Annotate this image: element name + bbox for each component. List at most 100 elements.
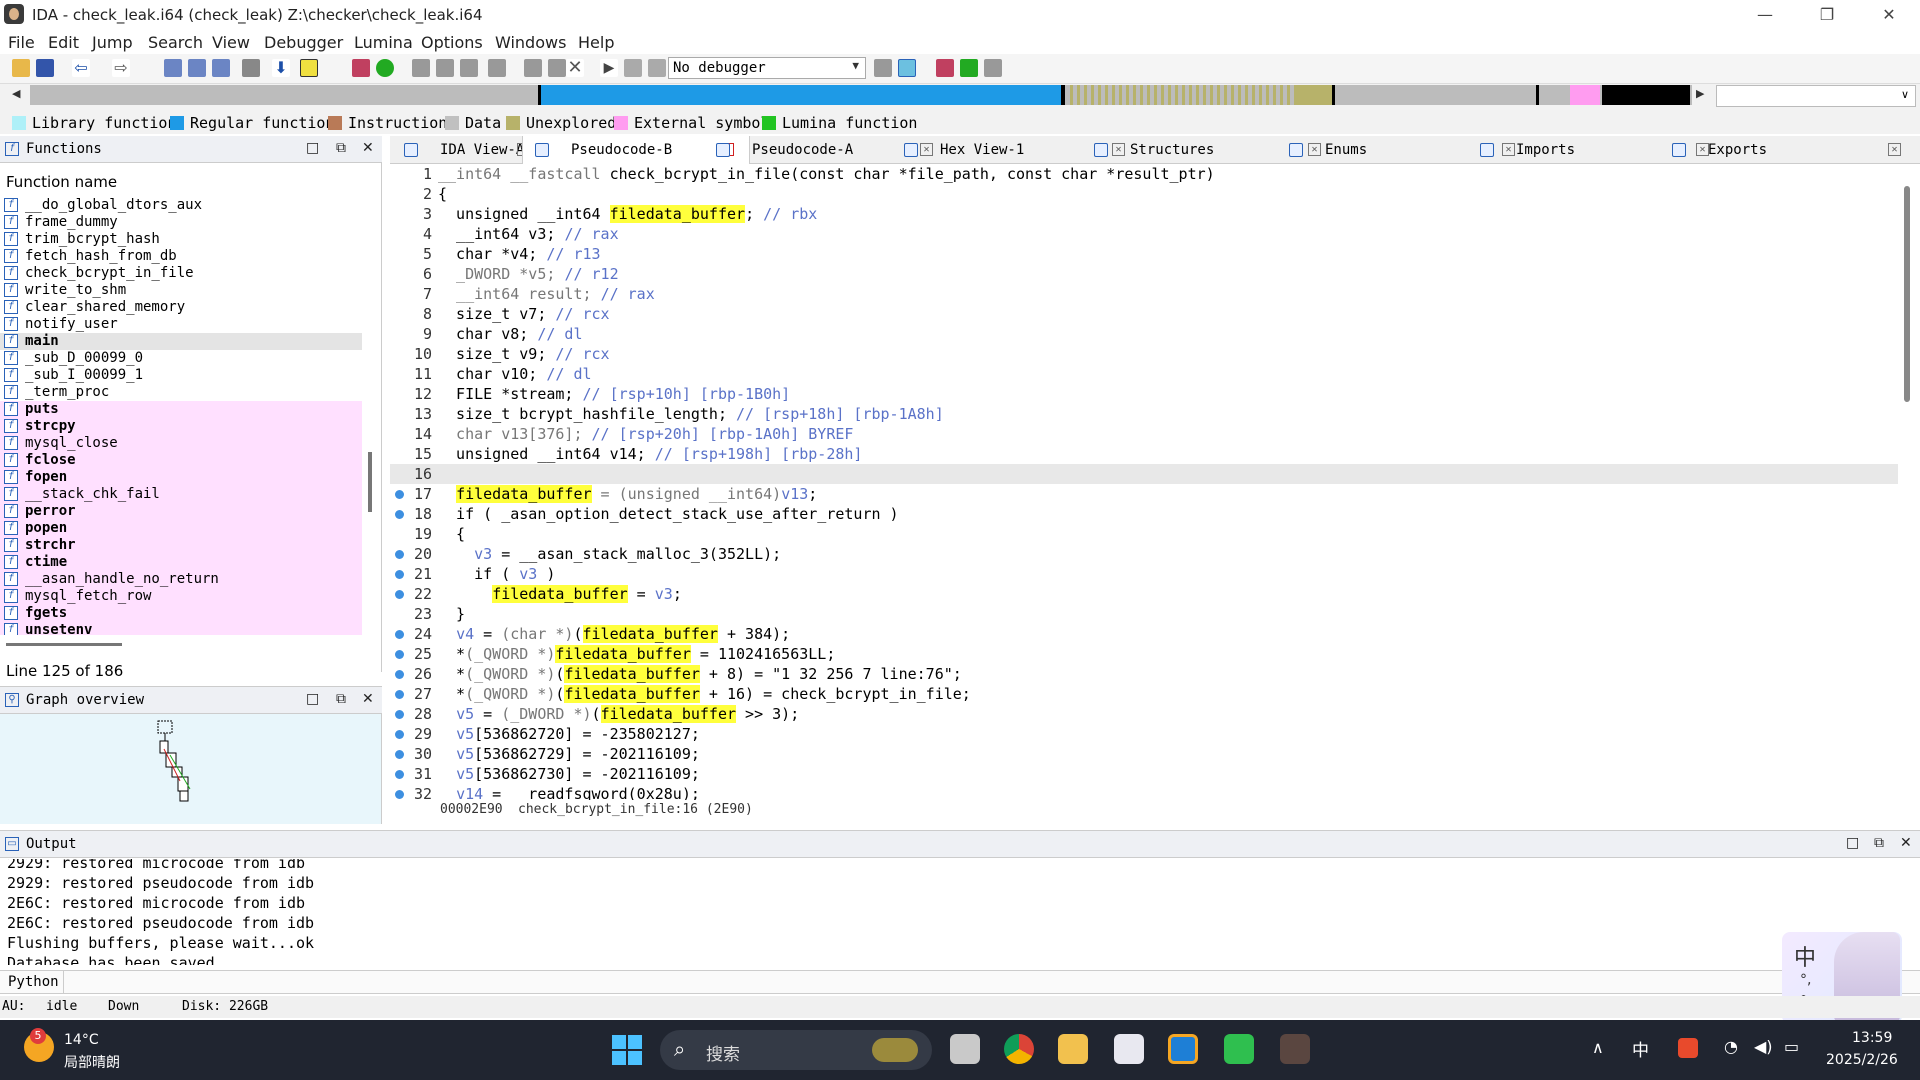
function-list-item[interactable]: f clear_shared_memory <box>0 299 362 316</box>
trace-icon[interactable] <box>984 59 1002 77</box>
code-line[interactable]: 6 _DWORD *v5; // r12 <box>390 264 1898 284</box>
function-list-item[interactable]: f perror <box>0 503 362 520</box>
function-list-item[interactable]: f __do_global_dtors_aux <box>0 197 362 214</box>
output-log[interactable]: 2929: restored microcode from idb 2929: … <box>0 859 1920 965</box>
function-list-item[interactable]: f fopen <box>0 469 362 486</box>
debugger-select[interactable]: No debugger ▼ <box>668 57 866 79</box>
code-line[interactable]: 16 <box>390 464 1898 484</box>
lumina-icon[interactable] <box>376 59 394 77</box>
tool-icon-1[interactable] <box>412 59 430 77</box>
code-line[interactable]: 29 v5[536862720] = -235802127; <box>390 724 1898 744</box>
pane-float-icon[interactable]: ⧉ <box>1874 835 1884 851</box>
code-line[interactable]: 30 v5[536862729] = -202116109; <box>390 744 1898 764</box>
function-list-item[interactable]: f frame_dummy <box>0 214 362 231</box>
debugger-options-icon[interactable] <box>874 59 892 77</box>
pseudocode-view[interactable]: 1 __int64 __fastcall check_bcrypt_in_file… <box>390 164 1898 800</box>
code-line[interactable]: 7 __int64 result; // rax <box>390 284 1898 304</box>
stop-icon[interactable] <box>648 59 666 77</box>
nav-left-arrow-icon[interactable]: ◀ <box>12 87 20 100</box>
tab-close-icon[interactable]: ✕ <box>1888 143 1901 156</box>
task-view-icon[interactable] <box>950 1034 980 1064</box>
code-line[interactable]: 2{ <box>390 184 1898 204</box>
code-line[interactable]: 9 char v8; // dl <box>390 324 1898 344</box>
code-line[interactable]: 18 if ( _asan_option_detect_stack_use_af… <box>390 504 1898 524</box>
volume-icon[interactable]: ◀) <box>1754 1037 1773 1056</box>
function-list-item[interactable]: f unsetenv <box>0 622 362 635</box>
open-icon[interactable] <box>12 59 30 77</box>
code-line[interactable]: 24 v4 = (char *)(filedata_buffer + 384); <box>390 624 1898 644</box>
function-list-item[interactable]: f write_to_shm <box>0 282 362 299</box>
function-list-item[interactable]: f ctime <box>0 554 362 571</box>
function-list-item[interactable]: f __asan_handle_no_return <box>0 571 362 588</box>
code-line[interactable]: 21 if ( v3 ) <box>390 564 1898 584</box>
menu-windows[interactable]: Windows <box>495 33 566 52</box>
code-line[interactable]: 1 __int64 __fastcall check_bcrypt_in_file… <box>390 164 1898 184</box>
menu-options[interactable]: Options <box>421 33 483 52</box>
windows-start-icon[interactable] <box>612 1035 642 1065</box>
close-button[interactable]: ✕ <box>1866 2 1912 28</box>
ime-indicator[interactable]: 中 <box>1632 1036 1649 1061</box>
code-line[interactable]: 25 *(_QWORD *)filedata_buffer = 11024165… <box>390 644 1898 664</box>
function-list-item[interactable]: f strcpy <box>0 418 362 435</box>
tool-icon-4[interactable] <box>488 59 506 77</box>
navigation-strip[interactable] <box>30 85 1692 105</box>
pane-close-icon[interactable]: ✕ <box>362 691 374 707</box>
chrome-icon[interactable] <box>1004 1034 1034 1064</box>
menu-lumina[interactable]: Lumina <box>354 33 413 52</box>
code-line[interactable]: 28 v5 = (_DWORD *)(filedata_buffer >> 3)… <box>390 704 1898 724</box>
function-list-item[interactable]: f popen <box>0 520 362 537</box>
code-line[interactable]: 17 filedata_buffer = (unsigned __int64)v… <box>390 484 1898 504</box>
function-list-item[interactable]: f _sub_I_00099_1 <box>0 367 362 384</box>
code-line[interactable]: 4 __int64 v3; // rax <box>390 224 1898 244</box>
attach-icon[interactable] <box>898 59 916 77</box>
maximize-button[interactable]: ❐ <box>1804 2 1850 28</box>
function-list-item[interactable]: f notify_user <box>0 316 362 333</box>
function-list-item[interactable]: f puts <box>0 401 362 418</box>
code-line[interactable]: 27 *(_QWORD *)(filedata_buffer + 16) = c… <box>390 684 1898 704</box>
add-watch-icon[interactable] <box>960 59 978 77</box>
pause-icon[interactable] <box>624 59 642 77</box>
function-list-item[interactable]: f mysql_close <box>0 435 362 452</box>
jump-down-icon[interactable]: ⬇ <box>272 59 290 77</box>
clock-time[interactable]: 13:59 <box>1852 1030 1892 1046</box>
hex-icon[interactable] <box>188 59 206 77</box>
graph-icon[interactable] <box>352 59 370 77</box>
back-arrow-icon[interactable]: ⇦ <box>72 59 90 77</box>
binary-icon[interactable] <box>164 59 182 77</box>
tool-icon-6[interactable] <box>548 59 566 77</box>
code-line[interactable]: 8 size_t v7; // rcx <box>390 304 1898 324</box>
file-explorer-icon[interactable] <box>1058 1034 1088 1064</box>
cancel-icon[interactable]: ✕ <box>566 59 584 77</box>
python-command-input[interactable] <box>68 972 1768 992</box>
tool-icon-3[interactable] <box>460 59 478 77</box>
function-list-item[interactable]: f main <box>0 333 362 350</box>
snipping-tool-icon[interactable] <box>1114 1034 1144 1064</box>
code-line[interactable]: 14 char v13[376]; // [rsp+20h] [rbp-1A0h… <box>390 424 1898 444</box>
pane-maximize-icon[interactable]: □ <box>306 140 319 156</box>
graph-overview-thumbnail[interactable] <box>150 719 230 819</box>
code-line[interactable]: 3 unsigned __int64 filedata_buffer; // r… <box>390 204 1898 224</box>
code-line[interactable]: 31 v5[536862730] = -202116109; <box>390 764 1898 784</box>
save-icon[interactable] <box>36 59 54 77</box>
battery-icon[interactable]: ▭ <box>1784 1037 1799 1056</box>
pane-maximize-icon[interactable]: □ <box>306 691 319 707</box>
minimize-button[interactable]: — <box>1742 2 1788 28</box>
pane-close-icon[interactable]: ✕ <box>362 140 374 156</box>
nav-right-arrow-icon[interactable]: ▶ <box>1696 87 1704 100</box>
menu-jump[interactable]: Jump <box>92 33 133 52</box>
function-list-item[interactable]: f strchr <box>0 537 362 554</box>
menu-view[interactable]: View <box>212 33 250 52</box>
menu-edit[interactable]: Edit <box>48 33 79 52</box>
function-list-vscroll[interactable] <box>368 452 372 512</box>
chevron-up-icon[interactable]: ∧ <box>1592 1038 1604 1057</box>
wechat-icon[interactable] <box>1224 1034 1254 1064</box>
tab-exports[interactable]: Exports ✕ <box>1660 136 1918 164</box>
function-list-item[interactable]: f __stack_chk_fail <box>0 486 362 503</box>
function-list-item[interactable]: f fgets <box>0 605 362 622</box>
function-list-item[interactable]: f _term_proc <box>0 384 362 401</box>
menu-file[interactable]: File <box>8 33 35 52</box>
menu-help[interactable]: Help <box>578 33 614 52</box>
run-icon[interactable]: ▶ <box>600 59 618 77</box>
menu-debugger[interactable]: Debugger <box>264 33 343 52</box>
patch-icon[interactable] <box>242 59 260 77</box>
